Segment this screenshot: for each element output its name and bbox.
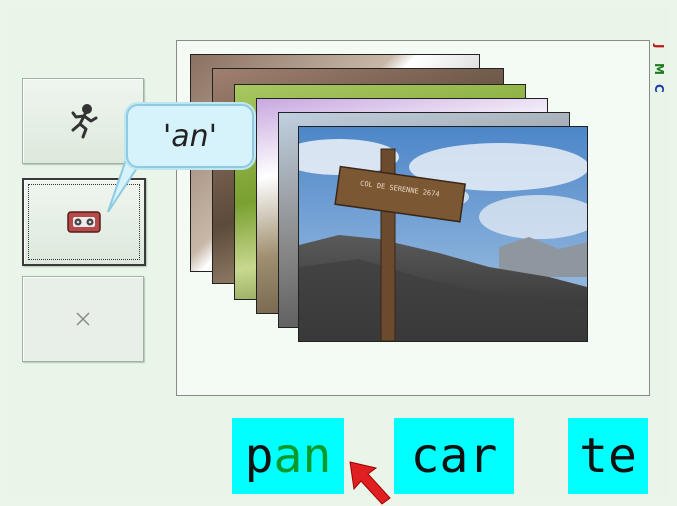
svg-text:C: C	[653, 84, 666, 93]
cursor-arrow-icon	[349, 461, 391, 505]
cassette-tape-icon	[67, 211, 101, 233]
jmc-logo: J M C	[653, 42, 669, 106]
svg-text:J: J	[653, 43, 666, 48]
syllable-text: car	[410, 428, 498, 484]
syllable-block[interactable]: car	[394, 418, 514, 494]
syllable-text: p	[244, 428, 274, 484]
signpost-photo: COL DE SERENNE 2674	[299, 127, 587, 341]
speech-bubble: 'an'	[126, 104, 254, 168]
close-button[interactable]	[22, 276, 144, 362]
phoneme-text: 'an'	[163, 118, 217, 154]
close-icon	[76, 312, 90, 326]
svg-text:M: M	[653, 63, 666, 75]
syllable-text: te	[579, 428, 637, 484]
syllable-block[interactable]: pan	[232, 418, 344, 494]
main-photo: COL DE SERENNE 2674	[298, 126, 588, 342]
syllable-block[interactable]: te	[568, 418, 648, 494]
running-person-icon	[71, 104, 98, 139]
syllable-highlight: an	[273, 428, 332, 484]
